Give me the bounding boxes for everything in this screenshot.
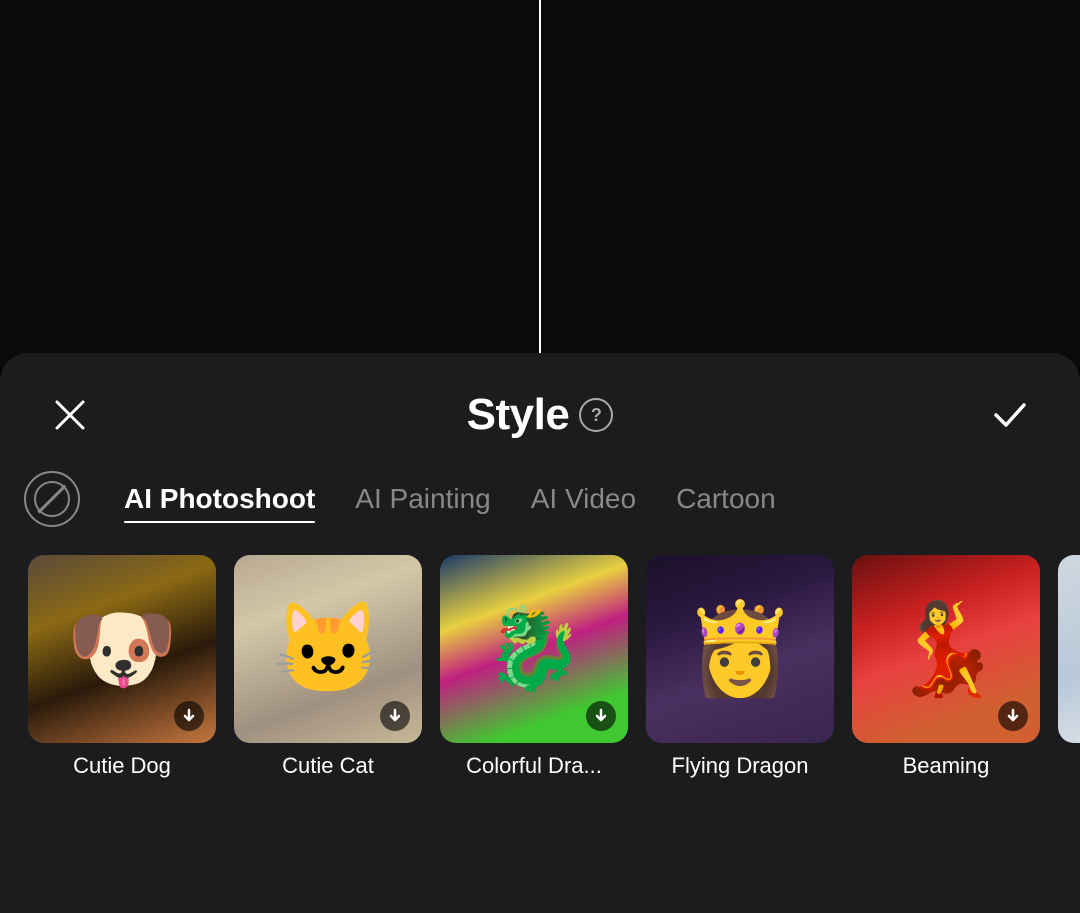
flying-dragon-image bbox=[646, 555, 834, 743]
title-group: Style ? bbox=[467, 390, 614, 440]
download-icon bbox=[181, 708, 197, 724]
sheet-header: Style ? bbox=[0, 353, 1080, 461]
close-button[interactable] bbox=[44, 389, 96, 441]
style-card-cutie-cat[interactable]: Cutie Cat bbox=[234, 555, 422, 779]
tab-cartoon[interactable]: Cartoon bbox=[656, 475, 796, 523]
style-card-flying-dragon[interactable]: Flying Dragon bbox=[646, 555, 834, 779]
bottom-safe-area bbox=[0, 809, 1080, 829]
download-icon bbox=[593, 708, 609, 724]
download-indicator bbox=[586, 701, 616, 731]
style-image-flying-dragon bbox=[646, 555, 834, 743]
style-card-beaming[interactable]: Beaming bbox=[852, 555, 1040, 779]
style-label-cutie-dog: Cutie Dog bbox=[73, 753, 171, 779]
style-bottom-sheet: Style ? AI Photoshoot AI Painting AI Vid… bbox=[0, 353, 1080, 913]
close-icon bbox=[53, 398, 87, 432]
style-card-partial[interactable]: Wh... bbox=[1058, 555, 1080, 779]
tab-ai-photoshoot[interactable]: AI Photoshoot bbox=[104, 475, 335, 523]
help-icon-label: ? bbox=[591, 405, 602, 426]
style-label-cutie-cat: Cutie Cat bbox=[282, 753, 374, 779]
download-indicator bbox=[998, 701, 1028, 731]
style-label-colorful-dragon: Colorful Dra... bbox=[466, 753, 602, 779]
checkmark-icon bbox=[990, 395, 1030, 435]
confirm-button[interactable] bbox=[984, 389, 1036, 441]
download-icon bbox=[387, 708, 403, 724]
style-label-flying-dragon: Flying Dragon bbox=[672, 753, 809, 779]
partial-image bbox=[1058, 555, 1080, 743]
tab-ai-painting[interactable]: AI Painting bbox=[335, 475, 510, 523]
tab-ai-video[interactable]: AI Video bbox=[511, 475, 656, 523]
style-card-cutie-dog[interactable]: Cutie Dog bbox=[28, 555, 216, 779]
style-label-beaming: Beaming bbox=[903, 753, 990, 779]
download-indicator bbox=[380, 701, 410, 731]
style-image-colorful-dragon bbox=[440, 555, 628, 743]
sheet-title: Style bbox=[467, 390, 570, 440]
style-grid: Cutie Dog Cutie Cat bbox=[0, 545, 1080, 809]
style-image-cutie-dog bbox=[28, 555, 216, 743]
style-card-colorful-dragon[interactable]: Colorful Dra... bbox=[440, 555, 628, 779]
no-style-icon bbox=[34, 481, 70, 517]
style-image-partial bbox=[1058, 555, 1080, 743]
download-indicator bbox=[174, 701, 204, 731]
help-button[interactable]: ? bbox=[579, 398, 613, 432]
top-preview-area bbox=[0, 0, 1080, 370]
download-icon bbox=[1005, 708, 1021, 724]
category-tabs: AI Photoshoot AI Painting AI Video Carto… bbox=[0, 461, 1080, 545]
vertical-divider-line bbox=[539, 0, 541, 370]
style-image-beaming bbox=[852, 555, 1040, 743]
style-image-cutie-cat bbox=[234, 555, 422, 743]
no-style-button[interactable] bbox=[24, 471, 80, 527]
